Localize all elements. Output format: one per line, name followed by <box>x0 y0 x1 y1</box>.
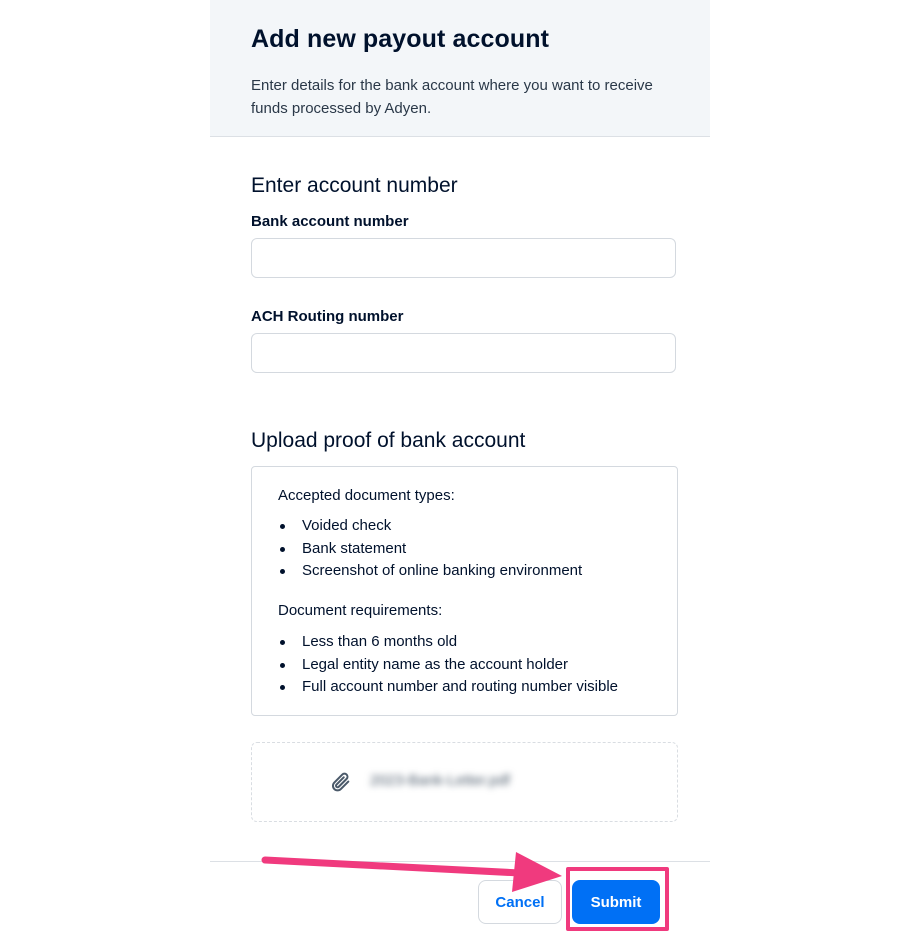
uploaded-file[interactable]: 2023-Bank-Letter.pdf <box>251 742 678 822</box>
upload-section-title: Upload proof of bank account <box>251 429 526 452</box>
list-item: Less than 6 months old <box>278 631 618 654</box>
requirements-heading: Document requirements: <box>278 602 443 619</box>
list-item: Bank statement <box>278 538 582 561</box>
account-section-title: Enter account number <box>251 174 458 197</box>
accepted-types-heading: Accepted document types: <box>278 487 455 504</box>
routing-number-label: ACH Routing number <box>251 308 404 325</box>
list-item: Legal entity name as the account holder <box>278 654 618 677</box>
list-item: Screenshot of online banking environment <box>278 560 582 583</box>
requirements-list: Less than 6 months old Legal entity name… <box>278 631 618 699</box>
payout-account-dialog: Add new payout account Enter details for… <box>210 0 710 934</box>
uploaded-file-name: 2023-Bank-Letter.pdf <box>370 772 511 789</box>
bank-account-input[interactable] <box>251 238 676 278</box>
cancel-button[interactable]: Cancel <box>478 880 562 924</box>
list-item: Full account number and routing number v… <box>278 676 618 699</box>
dialog-title: Add new payout account <box>251 25 550 53</box>
dialog-subtitle: Enter details for the bank account where… <box>251 77 653 117</box>
dialog-header: Add new payout account Enter details for… <box>210 0 710 137</box>
paperclip-icon <box>330 771 352 793</box>
bank-account-label: Bank account number <box>251 213 409 230</box>
routing-number-input[interactable] <box>251 333 676 373</box>
list-item: Voided check <box>278 515 582 538</box>
document-requirements-box: Accepted document types: Voided check Ba… <box>251 466 678 716</box>
footer-divider <box>210 861 710 862</box>
submit-button[interactable]: Submit <box>572 880 660 924</box>
accepted-types-list: Voided check Bank statement Screenshot o… <box>278 515 582 583</box>
